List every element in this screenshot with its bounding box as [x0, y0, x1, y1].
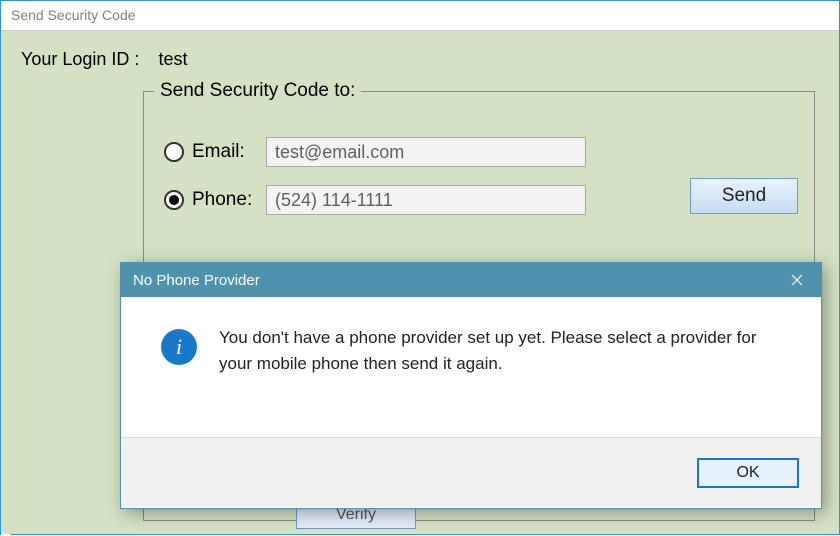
ok-button[interactable]: OK — [697, 458, 799, 488]
dialog-message: You don't have a phone provider set up y… — [219, 325, 779, 427]
window-titlebar: Send Security Code — [1, 1, 839, 31]
send-button[interactable]: Send — [690, 178, 798, 214]
window-title: Send Security Code — [11, 7, 136, 23]
dialog-titlebar: No Phone Provider — [121, 263, 821, 297]
login-row: Your Login ID : test — [21, 49, 819, 70]
email-row: Email: test@email.com — [164, 137, 794, 167]
dialog-footer: OK — [121, 437, 821, 507]
groupbox-legend: Send Security Code to: — [154, 80, 361, 102]
phone-radio-label[interactable]: Phone: — [192, 189, 266, 211]
phone-field[interactable]: (524) 114-1111 — [266, 185, 586, 215]
no-phone-provider-dialog: No Phone Provider i You don't have a pho… — [120, 262, 822, 509]
phone-radio[interactable] — [164, 190, 184, 210]
login-id-label: Your Login ID : — [21, 49, 139, 69]
dialog-title: No Phone Provider — [133, 272, 260, 289]
login-id-value: test — [158, 49, 187, 69]
email-radio-label[interactable]: Email: — [192, 141, 266, 163]
email-field[interactable]: test@email.com — [266, 137, 586, 167]
radio-selected-dot — [169, 195, 179, 205]
dialog-body: i You don't have a phone provider set up… — [121, 297, 821, 437]
dialog-close-button[interactable] — [773, 263, 821, 297]
info-icon: i — [161, 329, 197, 365]
close-icon — [791, 274, 803, 286]
email-radio[interactable] — [164, 142, 184, 162]
